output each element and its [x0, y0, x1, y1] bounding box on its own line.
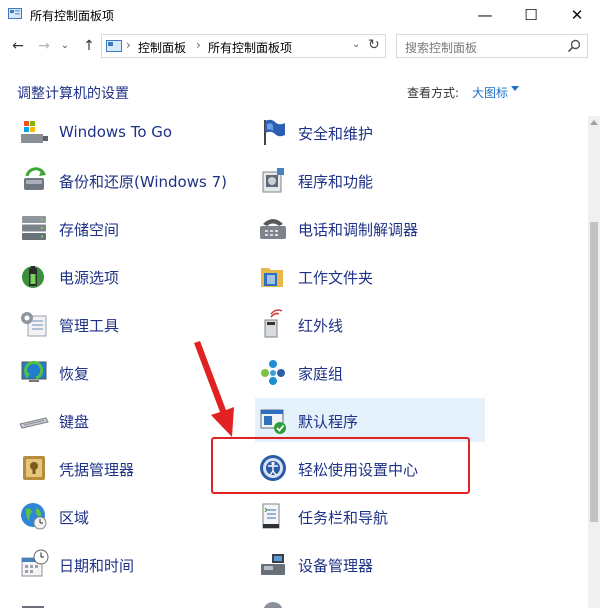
item-label: 电源选项: [59, 269, 120, 287]
item-taskbar-navigation[interactable]: 任务栏和导航: [255, 494, 485, 538]
recovery-icon: [21, 360, 47, 382]
item-label: 任务栏和导航: [298, 509, 389, 527]
search-box[interactable]: 搜索控制面板: [396, 34, 588, 58]
forward-button[interactable]: →: [34, 36, 54, 56]
item-partial-bottom[interactable]: [255, 590, 485, 608]
keyboard-icon: [19, 417, 49, 429]
item-label: 恢复: [59, 365, 90, 383]
up-button[interactable]: ↑: [79, 36, 99, 56]
item-label: 备份和还原(Windows 7): [59, 173, 227, 191]
storage-spaces-icon: [22, 216, 46, 240]
item-infrared[interactable]: 红外线: [255, 302, 485, 346]
partial-icon: [263, 602, 283, 608]
annotation-arrow: [194, 341, 234, 437]
default-programs-icon: [260, 409, 286, 434]
item-storage-spaces[interactable]: 存储空间: [16, 206, 246, 250]
homegroup-icon: [261, 360, 285, 385]
item-label: 默认程序: [298, 413, 359, 431]
annotation-highlight-box: [211, 437, 470, 494]
item-label: 凭据管理器: [59, 461, 135, 479]
item-label: Windows To Go: [59, 123, 173, 141]
item-label: 家庭组: [298, 365, 344, 383]
item-label: 工作文件夹: [298, 269, 374, 287]
item-label: 管理工具: [59, 317, 120, 335]
item-backup-restore[interactable]: 备份和还原(Windows 7): [16, 158, 246, 202]
chevron-down-icon[interactable]: [511, 86, 519, 91]
item-device-manager[interactable]: 设备管理器: [255, 542, 485, 586]
item-programs-features[interactable]: 程序和功能: [255, 158, 485, 202]
work-folders-icon: [261, 268, 283, 287]
address-bar[interactable]: › 控制面板 › 所有控制面板项 ⌄ ↻: [101, 34, 386, 58]
item-partial-bottom[interactable]: [16, 590, 246, 608]
title-bar: 所有控制面板项 — ☐ ✕: [0, 0, 600, 30]
breadcrumb-separator: ›: [196, 38, 201, 52]
item-phone-modem[interactable]: 电话和调制解调器: [255, 206, 485, 250]
item-label: 日期和时间: [59, 557, 135, 575]
region-icon: [21, 503, 47, 530]
vertical-scrollbar[interactable]: [588, 116, 600, 608]
item-label: 存储空间: [59, 221, 120, 239]
security-flag-icon: [264, 119, 285, 145]
search-icon[interactable]: [567, 39, 581, 53]
scrollbar-thumb[interactable]: [590, 222, 598, 522]
item-date-time[interactable]: 日期和时间: [16, 542, 246, 586]
item-default-programs[interactable]: 默认程序: [255, 398, 485, 442]
scroll-up-arrow-icon[interactable]: [590, 120, 598, 125]
backup-restore-icon: [24, 167, 46, 190]
control-panel-items: Windows To Go 备份和还原(Windows 7) 存储空间 电源选项: [0, 116, 588, 608]
maximize-button[interactable]: ☐: [508, 0, 554, 30]
navigation-bar: ← → ⌄ ↑ › 控制面板 › 所有控制面板项 ⌄ ↻ 搜索控制面板: [0, 30, 600, 62]
item-label: 红外线: [298, 317, 344, 335]
phone-modem-icon: [260, 219, 286, 239]
close-button[interactable]: ✕: [554, 0, 600, 30]
view-mode-dropdown[interactable]: 大图标: [472, 84, 508, 101]
control-panel-icon: [8, 8, 22, 19]
view-by-label: 查看方式:: [407, 86, 460, 100]
page-title: 调整计算机的设置: [17, 86, 129, 102]
item-label: 电话和调制解调器: [298, 221, 419, 239]
programs-features-icon: [262, 168, 284, 193]
refresh-button[interactable]: ↻: [368, 37, 380, 53]
control-panel-icon: [106, 40, 122, 52]
breadcrumb-control-panel[interactable]: 控制面板: [138, 39, 186, 56]
infrared-icon: [264, 309, 283, 338]
device-manager-icon: [261, 554, 285, 575]
item-homegroup[interactable]: 家庭组: [255, 350, 485, 394]
taskbar-navigation-icon: [262, 503, 280, 529]
item-label: 区域: [59, 509, 90, 527]
admin-tools-icon: [21, 312, 47, 337]
search-input[interactable]: 搜索控制面板: [405, 39, 477, 56]
ease-of-access-partial-icon: [22, 606, 44, 608]
breadcrumb-all-items[interactable]: 所有控制面板项: [208, 39, 292, 56]
power-options-icon: [22, 266, 44, 288]
credential-manager-icon: [23, 456, 45, 480]
item-region[interactable]: 区域: [16, 494, 246, 538]
item-label: 程序和功能: [298, 173, 374, 191]
minimize-button[interactable]: —: [462, 0, 508, 30]
item-label: 设备管理器: [298, 557, 374, 575]
usb-drive-icon: [21, 121, 48, 143]
item-security-maintenance[interactable]: 安全和维护: [255, 116, 485, 154]
window-title: 所有控制面板项: [30, 9, 115, 23]
breadcrumb-separator: ›: [126, 38, 131, 52]
back-button[interactable]: ←: [8, 36, 28, 56]
item-windows-to-go[interactable]: Windows To Go: [16, 116, 246, 154]
item-label: 键盘: [59, 413, 90, 431]
chevron-down-icon[interactable]: ⌄: [352, 39, 360, 50]
recent-locations-button[interactable]: ⌄: [58, 36, 72, 56]
item-power-options[interactable]: 电源选项: [16, 254, 246, 298]
item-label: 安全和维护: [298, 125, 374, 143]
date-time-icon: [21, 549, 49, 577]
item-work-folders[interactable]: 工作文件夹: [255, 254, 485, 298]
